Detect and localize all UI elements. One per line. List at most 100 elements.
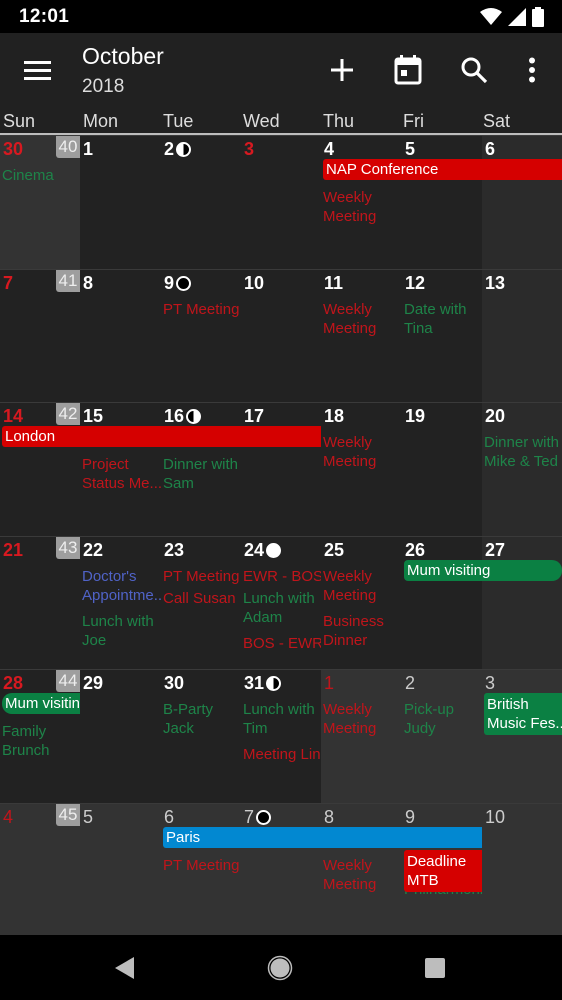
back-button[interactable] — [110, 953, 140, 983]
event-item[interactable]: Call Susan — [163, 589, 241, 608]
event-item[interactable]: PT Meeting — [163, 300, 241, 319]
day-cell[interactable]: 5 — [80, 804, 161, 937]
event-item[interactable]: Cinema — [2, 166, 80, 185]
day-cell[interactable]: 8 Weekly Meeting — [321, 804, 402, 937]
day-cell[interactable]: 10 — [241, 270, 321, 403]
day-cell[interactable]: 29 — [80, 670, 161, 803]
event-item[interactable]: Date with Tina — [404, 300, 482, 338]
today-button[interactable] — [391, 53, 425, 87]
event-bar[interactable]: British Music Fes... — [484, 693, 562, 735]
day-cell[interactable]: 8 — [80, 270, 161, 403]
event-item[interactable]: Dinner with Mike & Ted — [484, 433, 562, 471]
day-cell[interactable]: 9 PT Meeting — [161, 270, 241, 403]
event-bar[interactable]: NAP Conference — [323, 159, 562, 180]
day-cell[interactable]: 2 Pick-up Judy — [402, 670, 482, 803]
day-cell[interactable]: 16 Dinner with Sam — [161, 403, 241, 536]
weekday-fri: Fri — [403, 111, 424, 131]
day-cell[interactable]: 20 Dinner with Mike & Ted — [482, 403, 562, 536]
week-number-badge[interactable]: 44 — [56, 670, 80, 692]
event-bar[interactable]: Paris — [163, 827, 482, 848]
event-item[interactable]: Weekly Meeting — [323, 188, 402, 226]
day-cell[interactable]: 1 — [80, 136, 161, 269]
event-bar[interactable]: Mum visitin — [2, 693, 80, 714]
week-number-badge[interactable]: 40 — [56, 136, 80, 158]
week-row: 28 Family Brunch 29 30 B-Party Jack 31 Lunch wit… — [0, 669, 562, 803]
day-cell[interactable]: 24 EWR - BOS Lunch with Adam BOS - EWR — [241, 537, 321, 670]
event-item[interactable]: Weekly Meeting — [323, 856, 402, 894]
day-number-text: 28 — [3, 673, 24, 693]
day-cell[interactable]: 13 — [482, 270, 562, 403]
weekday-thu: Thu — [323, 111, 355, 131]
event-line: Project — [82, 456, 129, 473]
event-bar[interactable]: Deadline MTB — [404, 850, 482, 892]
search-button[interactable] — [457, 53, 491, 87]
day-cell[interactable]: 17 — [241, 403, 321, 536]
event-item[interactable]: Weekly Meeting — [323, 433, 402, 471]
event-item[interactable]: Lunch with Joe — [82, 612, 161, 650]
week-number-badge[interactable]: 45 — [56, 804, 80, 826]
event-item[interactable]: Lunch with Tim — [243, 700, 321, 738]
event-bar-line: Deadline — [407, 853, 467, 870]
day-cell[interactable]: 3 — [241, 136, 321, 269]
home-button[interactable] — [265, 953, 295, 983]
add-event-button[interactable] — [325, 53, 359, 87]
event-item[interactable]: B-Party Jack — [163, 700, 241, 738]
event-item[interactable]: Dinner with Sam — [163, 455, 241, 493]
day-cell[interactable]: 31 Lunch with Tim Meeting Lin — [241, 670, 321, 803]
day-cell[interactable]: 6 — [482, 136, 562, 269]
day-cell[interactable]: 23 PT Meeting Call Susan — [161, 537, 241, 670]
event-item[interactable]: Weekly Meeting — [323, 300, 402, 338]
event-item[interactable]: BOS - EWR — [243, 634, 321, 653]
event-item[interactable]: Weekly Meeting — [323, 567, 402, 605]
title-year[interactable]: 2018 — [82, 76, 124, 98]
week-number-badge[interactable]: 41 — [56, 270, 80, 292]
event-bar[interactable]: London — [2, 426, 321, 447]
more-options-button[interactable] — [515, 53, 549, 87]
event-item[interactable]: Pick-up Judy — [404, 700, 482, 738]
day-cell[interactable]: 2 — [161, 136, 241, 269]
day-number-text: 3 — [485, 673, 496, 693]
day-cell[interactable]: 15 Project Status Me... — [80, 403, 161, 536]
event-line: Mike & Ted — [484, 453, 558, 470]
day-number: 30 — [3, 139, 23, 160]
day-cell[interactable]: 6 PT Meeting — [161, 804, 241, 937]
day-cell[interactable]: 18 Weekly Meeting — [321, 403, 402, 536]
event-item[interactable]: Meeting Lin — [243, 745, 321, 764]
day-number-text: 20 — [485, 406, 506, 426]
event-bar[interactable]: Mum visiting — [404, 560, 562, 581]
event-item[interactable]: PT Meeting — [163, 856, 241, 875]
day-cell[interactable]: 27 — [482, 537, 562, 670]
week-number-badge[interactable]: 43 — [56, 537, 80, 559]
event-item[interactable]: Doctor's Appointme... — [82, 567, 161, 605]
event-item[interactable]: Weekly Meeting — [323, 700, 402, 738]
day-cell[interactable]: 30 B-Party Jack — [161, 670, 241, 803]
event-item[interactable]: Business Dinner — [323, 612, 402, 650]
day-cell[interactable]: 1 Weekly Meeting — [321, 670, 402, 803]
event-item[interactable]: Project Status Me... — [82, 455, 161, 493]
title-month[interactable]: October — [82, 43, 164, 70]
day-cell[interactable]: 26 — [402, 537, 482, 670]
event-line: Weekly — [323, 857, 372, 874]
day-cell[interactable]: 11 Weekly Meeting — [321, 270, 402, 403]
day-cell[interactable]: 25 Weekly Meeting Business Dinner — [321, 537, 402, 670]
day-cell[interactable]: 19 — [402, 403, 482, 536]
day-number-text: 14 — [3, 406, 24, 426]
day-number: 3 — [244, 139, 254, 160]
day-cell[interactable]: 3 — [482, 670, 562, 803]
event-item[interactable]: PT Meeting — [163, 567, 241, 586]
day-cell[interactable]: 10 — [482, 804, 562, 937]
day-number-text: 31 — [244, 673, 265, 693]
day-number-text: 27 — [485, 540, 506, 560]
day-cell[interactable]: 5 — [402, 136, 482, 269]
event-line: B-Party — [163, 701, 214, 718]
day-cell[interactable]: 22 Doctor's Appointme... Lunch with Joe — [80, 537, 161, 670]
event-item[interactable]: Lunch with Adam — [243, 589, 321, 627]
week-number-badge[interactable]: 42 — [56, 403, 80, 425]
day-cell[interactable]: 12 Date with Tina — [402, 270, 482, 403]
menu-button[interactable] — [22, 55, 54, 87]
day-cell[interactable]: 4 Weekly Meeting — [321, 136, 402, 269]
day-cell[interactable]: 7 — [241, 804, 321, 937]
recents-button[interactable] — [420, 953, 450, 983]
event-item[interactable]: EWR - BOS — [243, 567, 321, 586]
event-item[interactable]: Family Brunch — [2, 722, 80, 760]
